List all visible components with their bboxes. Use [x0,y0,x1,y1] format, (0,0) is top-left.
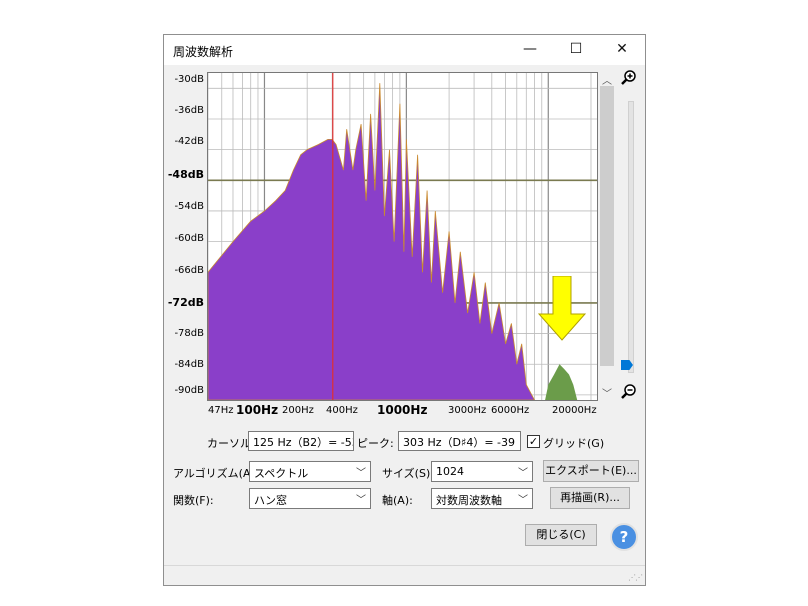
y-tick-label-bold: -72dB [167,296,204,309]
spectrum-plot[interactable] [207,72,598,401]
algorithm-label: アルゴリズム(A): [173,467,259,480]
chevron-down-icon: ﹀ [356,468,366,479]
x-tick-label: 47Hz [208,405,234,416]
minimize-button[interactable]: — [507,35,553,65]
scroll-up-icon[interactable]: ︿ [600,72,614,87]
x-tick-label: 400Hz [326,405,358,416]
y-tick-label: -84dB [174,359,204,370]
chevron-down-icon: ﹀ [356,495,366,506]
grid-label[interactable]: グリッド(G) [543,435,604,451]
y-tick-label: -36dB [174,105,204,116]
y-tick-label: -42dB [174,136,204,147]
chevron-down-icon: ﹀ [518,495,528,506]
axis-label: 軸(A): [382,494,413,507]
y-tick-label: -78dB [174,328,204,339]
maximize-button[interactable]: ☐ [553,35,599,65]
zoom-slider-track[interactable] [628,101,634,373]
window-title: 周波数解析 [173,45,234,59]
spectrum-chart [208,73,597,400]
cursor-value-field[interactable]: 125 Hz（B2）= -53 dB [248,431,354,451]
y-tick-label: -54dB [174,201,204,212]
y-tick-label: -60dB [174,233,204,244]
axis-select[interactable]: 対数周波数軸 ﹀ [431,488,533,509]
zoom-out-icon[interactable] [619,383,639,403]
zoom-in-icon[interactable] [619,69,639,89]
function-select[interactable]: ハン窓 ﹀ [249,488,371,509]
size-value: 1024 [436,465,464,478]
resize-grip-icon[interactable]: ⋰⋰ [628,573,643,582]
close-window-button[interactable]: ✕ [599,35,645,65]
function-value: ハン窓 [254,494,287,507]
vertical-scrollbar[interactable]: ︿ ﹀ [600,72,614,401]
status-bar-divider [164,565,645,566]
peak-value-field[interactable]: 303 Hz（D♯4）= -39 [398,431,521,451]
annotation-arrow [537,276,587,341]
grid-checkbox[interactable]: ✓ [527,435,540,448]
y-tick-label: -30dB [174,74,204,85]
x-tick-label-bold: 1000Hz [377,403,428,417]
high-frequency-band [545,364,578,400]
redraw-button[interactable]: 再描画(R)... [550,487,630,509]
y-tick-label: -66dB [174,265,204,276]
scroll-down-icon[interactable]: ﹀ [600,385,614,400]
x-tick-label: 200Hz [282,405,314,416]
y-tick-label-bold: -48dB [167,168,204,181]
help-icon[interactable]: ? [610,523,638,551]
algorithm-select[interactable]: スペクトル ﹀ [249,461,371,482]
x-tick-label: 3000Hz [448,405,487,416]
x-tick-label: 20000Hz [552,405,597,416]
axis-value: 対数周波数軸 [436,494,502,507]
y-tick-label: -90dB [174,385,204,396]
peak-label: ピーク: [357,437,394,450]
x-tick-label-bold: 100Hz [236,403,279,417]
title-bar: 周波数解析 — ☐ ✕ [164,35,645,65]
scrollbar-thumb[interactable] [600,86,614,366]
export-button[interactable]: エクスポート(E)... [543,460,639,482]
size-label: サイズ(S): [382,467,434,480]
close-button[interactable]: 閉じる(C) [525,524,597,546]
size-select[interactable]: 1024 ﹀ [431,461,533,482]
x-tick-label: 6000Hz [491,405,530,416]
chevron-down-icon: ﹀ [518,468,528,479]
algorithm-value: スペクトル [254,467,309,480]
function-label: 関数(F): [173,494,214,507]
